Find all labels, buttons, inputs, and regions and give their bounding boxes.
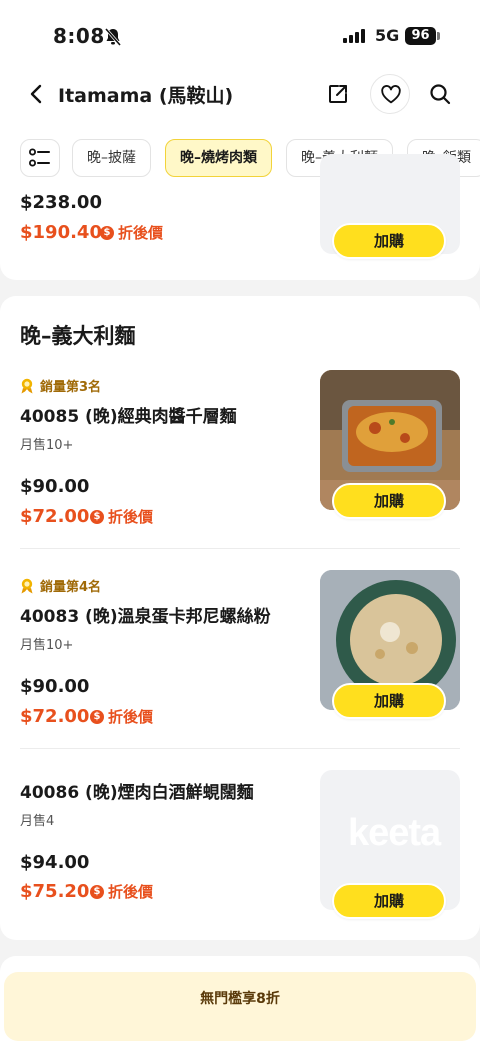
item-price: $90.00 <box>20 676 90 697</box>
monthly-sales: 月售10+ <box>20 638 74 653</box>
item-discount-price: $190.40 <box>20 222 102 243</box>
status-bar: 8:08 5G 96 <box>0 0 480 70</box>
item-name[interactable]: 40085 (晚)經典肉醬千層麵 <box>20 402 237 427</box>
discount-tag: $ 折後價 <box>90 881 153 902</box>
promo-card: 無門檻享8折 <box>0 956 480 1041</box>
sales-rank-badge: 銷量第3名 <box>20 376 101 395</box>
category-menu-button[interactable] <box>20 139 60 177</box>
discount-label: 折後價 <box>108 883 154 901</box>
favorite-button[interactable] <box>370 74 410 114</box>
item-price: $238.00 <box>20 192 102 213</box>
item-name[interactable]: 40083 (晚)溫泉蛋卡邦尼螺絲粉 <box>20 602 271 627</box>
previous-item-card: $238.00 $190.40 $ 折後價 加購 <box>0 154 480 280</box>
back-icon[interactable] <box>26 83 48 105</box>
item-price: $94.00 <box>20 852 90 873</box>
placeholder-logo: keeta <box>348 812 441 854</box>
add-to-cart-button[interactable]: 加購 <box>332 483 446 519</box>
add-to-cart-button[interactable]: 加購 <box>332 683 446 719</box>
network-label: 5G <box>375 26 400 45</box>
rank-label: 銷量第4名 <box>40 580 102 595</box>
medal-icon <box>21 578 33 593</box>
discount-tag: $ 折後價 <box>90 506 153 527</box>
item-discount-price: $72.00 <box>20 506 90 527</box>
item-divider <box>20 748 460 749</box>
monthly-sales: 月售4 <box>20 814 55 829</box>
share-icon[interactable] <box>326 82 350 106</box>
item-discount-price: $75.20 <box>20 881 90 902</box>
item-price: $90.00 <box>20 476 90 497</box>
add-to-cart-button[interactable]: 加購 <box>332 883 446 919</box>
promo-banner[interactable]: 無門檻享8折 <box>4 972 476 1041</box>
rank-label: 銷量第3名 <box>40 380 102 395</box>
add-to-cart-button[interactable]: 加購 <box>332 223 446 259</box>
tab-pizza[interactable]: 晚–披薩 <box>72 139 151 177</box>
sales-rank-badge: 銷量第4名 <box>20 576 101 595</box>
item-divider <box>20 548 460 549</box>
battery-tip <box>437 32 440 40</box>
item-name[interactable]: 40086 (晚)煙肉白酒鮮蜆闊麵 <box>20 778 254 803</box>
search-icon[interactable] <box>428 82 452 106</box>
section-title: 晚–義大利麵 <box>20 324 136 348</box>
item-discount-price: $72.00 <box>20 706 90 727</box>
bell-off-icon <box>104 28 122 46</box>
nav-bar: Itamama (馬鞍山) <box>0 70 480 120</box>
coin-icon: $ <box>100 225 114 240</box>
status-time: 8:08 <box>53 24 105 48</box>
coin-icon: $ <box>90 884 104 899</box>
store-title: Itamama (馬鞍山) <box>58 85 234 107</box>
discount-label: 折後價 <box>108 708 154 726</box>
monthly-sales: 月售10+ <box>20 438 74 453</box>
coin-icon: $ <box>90 709 104 724</box>
pasta-section: 晚–義大利麵 銷量第3名 40085 (晚)經典肉醬千層麵 月售10+ $90.… <box>0 296 480 940</box>
discount-tag: $ 折後價 <box>100 222 163 243</box>
battery-indicator: 96 <box>405 27 436 45</box>
tab-grill-meat[interactable]: 晚–燒烤肉類 <box>165 139 272 177</box>
medal-icon <box>21 378 33 393</box>
discount-label: 折後價 <box>118 224 164 242</box>
discount-label: 折後價 <box>108 508 154 526</box>
coin-icon: $ <box>90 509 104 524</box>
heart-icon <box>381 85 401 104</box>
discount-tag: $ 折後價 <box>90 706 153 727</box>
menu-list-icon <box>29 148 50 167</box>
signal-icon <box>343 29 365 43</box>
